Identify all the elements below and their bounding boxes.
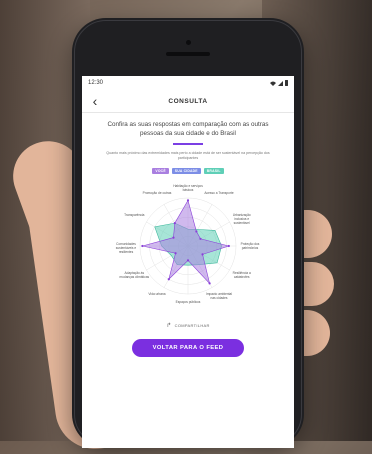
series-voce-point [174,251,177,254]
series-voce-point [167,277,170,280]
axis-label: Adaptação às mudanças climáticas [119,270,150,279]
phone-device: 12:30 ‹ CONSULTA Confira as suas respost… [72,18,304,448]
axis-label: Comunidades sustentáveis e resilientes [115,241,137,254]
battery-icon [285,80,288,86]
axis-label: Resiliência a catástrofes [232,270,251,279]
signal-icon [278,80,283,86]
series-voce-point [173,221,176,224]
axis-label: Acesso a Transporte [204,191,234,196]
phone-screen: 12:30 ‹ CONSULTA Confira as suas respost… [82,76,294,448]
headline: Confira as suas respostas em comparação … [107,121,269,137]
chevron-left-icon: ‹ [92,93,98,109]
axis-label: Vida urbana [148,291,166,296]
axis-label: Transparência [124,212,145,217]
nav-divider [82,112,294,113]
description-text: Quanto mais próximo das extremidades mai… [106,150,270,160]
axis-label: Espaços públicos [175,299,201,304]
status-time: 12:30 [88,80,104,86]
series-voce-point [186,258,190,261]
page-title: CONSULTA [168,97,208,105]
headline-underline [173,143,203,145]
share-arrow-icon: ↱ [166,322,172,329]
radar-chart: Habitação e serviços básicos Acesso a Tra… [82,176,294,316]
series-voce-point [199,237,202,240]
axis-label: Impacto ambiental nas cidades [205,291,233,300]
status-bar: 12:30 [82,76,294,90]
share-label: COMPARTILHAR [174,322,210,328]
series-voce-point [208,281,211,285]
series-voce-point [195,229,198,233]
wifi-icon [270,81,276,86]
chart-legend: VOCÊ SUA CIDADE BRASIL [82,167,294,174]
legend-voce: VOCÊ [152,167,169,174]
legend-sua-cidade: SUA CIDADE [171,167,201,174]
back-to-feed-button[interactable]: VOLTAR PARA O FEED [132,338,244,357]
series-voce-point [141,244,144,247]
axis-label: Proteção dos patrimônios [240,241,260,250]
axis-label: Habitação e serviços básicos [173,183,203,192]
earpiece-speaker [166,52,210,56]
status-icons [270,80,288,86]
axis-label: Promoção de outras [142,191,172,196]
series-voce-point [227,244,230,247]
axis-label: Urbanização inclusiva e sustentável [232,212,251,225]
front-camera [186,40,191,45]
series-voce-point [172,236,175,239]
series-voce-point [201,252,204,255]
share-button[interactable]: ↱ COMPARTILHAR [82,322,294,329]
legend-brasil: BRASIL [203,167,224,174]
back-button[interactable]: ‹ [88,94,102,108]
nav-bar: ‹ CONSULTA [82,90,294,112]
series-voce-point [186,198,190,201]
